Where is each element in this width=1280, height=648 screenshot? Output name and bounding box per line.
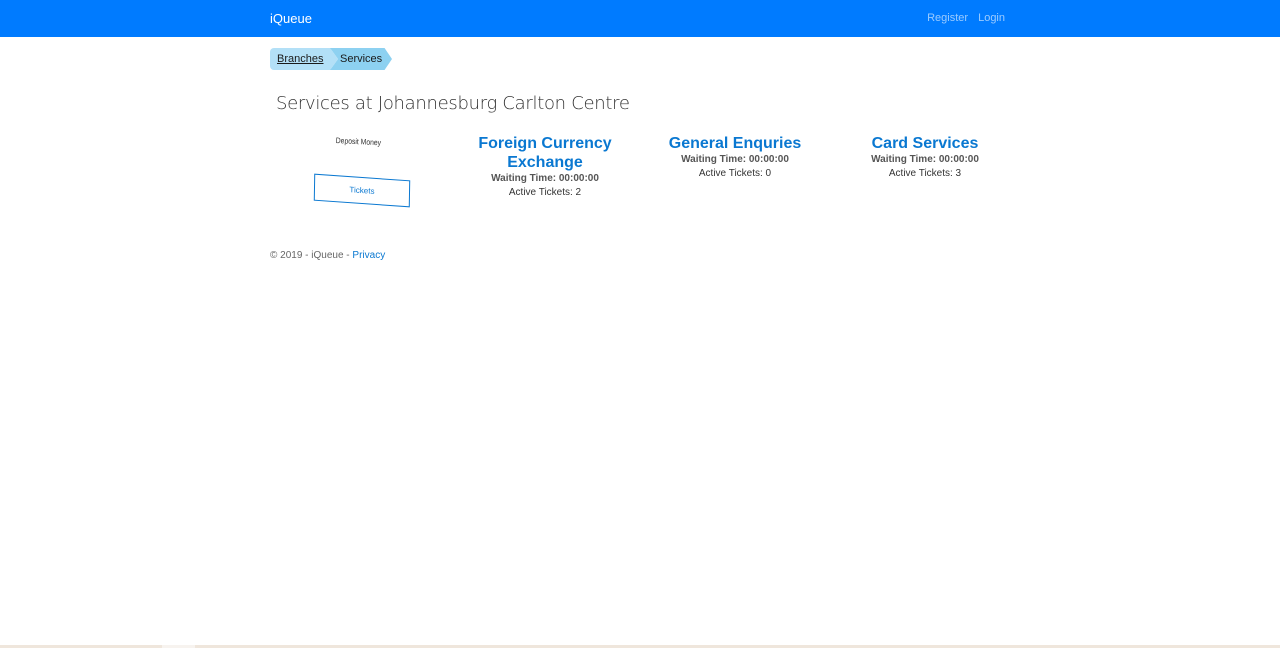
- service-title-link[interactable]: Foreign Currency Exchange: [465, 134, 625, 172]
- service-card-general-enquiries: General Enquries Waiting Time: 00:00:00 …: [655, 134, 815, 181]
- login-link[interactable]: Login: [978, 12, 1005, 24]
- tickets-button[interactable]: Tickets: [313, 173, 411, 208]
- service-card-foreign-currency: Foreign Currency Exchange Waiting Time: …: [465, 134, 625, 200]
- privacy-link[interactable]: Privacy: [352, 250, 385, 261]
- footer: © 2019 - iQueue - Privacy: [270, 250, 385, 261]
- waiting-time: Waiting Time: 00:00:00: [681, 154, 789, 165]
- active-tickets: Active Tickets: 3: [888, 168, 962, 179]
- service-title-link[interactable]: Card Services: [845, 134, 1005, 153]
- page-title: Services at Johannesburg Carlton Centre: [276, 93, 630, 114]
- register-link[interactable]: Register: [927, 12, 968, 24]
- breadcrumb: Branches Services: [270, 48, 392, 70]
- waiting-time: Waiting Time: 00:00:00: [871, 154, 979, 165]
- service-card-card-services: Card Services Waiting Time: 00:00:00 Act…: [845, 134, 1005, 181]
- nav-links: Register Login: [927, 12, 1005, 24]
- active-tickets: Active Tickets: 0: [698, 168, 772, 179]
- top-navbar: iQueue Register Login: [0, 0, 1280, 37]
- waiting-time: Waiting Time: 00:00:00: [491, 173, 599, 184]
- copyright-text: © 2019 - iQueue -: [270, 250, 353, 261]
- deposit-money-label: Deposit Money: [335, 136, 382, 148]
- breadcrumb-item-branches[interactable]: Branches: [270, 48, 338, 70]
- brand-link[interactable]: iQueue: [270, 11, 312, 26]
- active-tickets: Active Tickets: 2: [508, 187, 582, 198]
- breadcrumb-item-services: Services: [330, 48, 392, 70]
- service-title-link[interactable]: General Enquries: [655, 134, 815, 153]
